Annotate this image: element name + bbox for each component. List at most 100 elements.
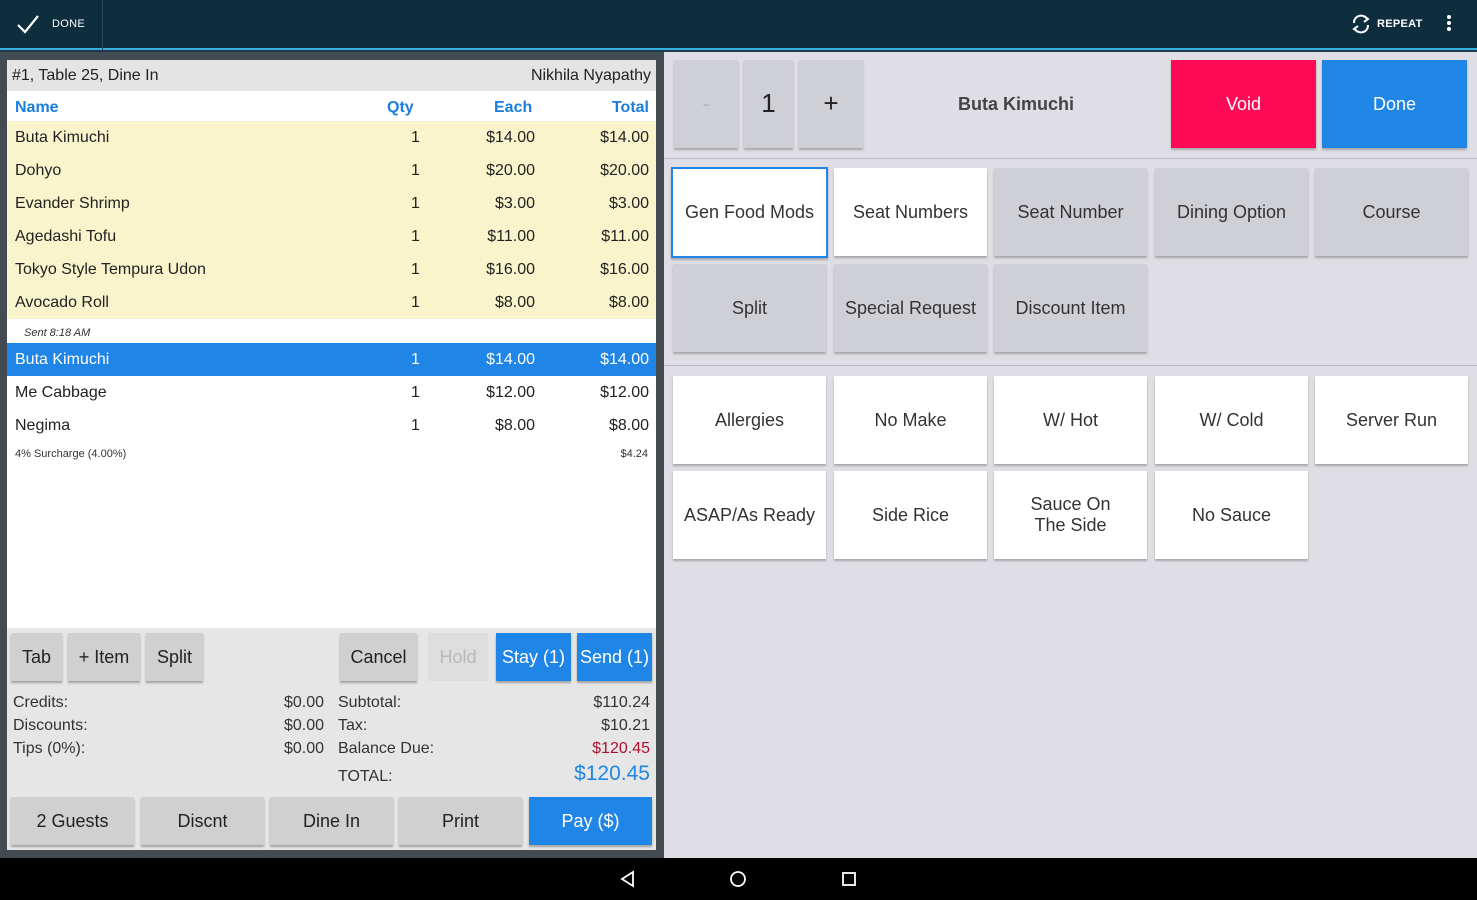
guests-button[interactable]: 2 Guests bbox=[11, 797, 134, 845]
balance-due-value: $120.45 bbox=[592, 740, 650, 757]
total-label: TOTAL: bbox=[338, 768, 393, 785]
order-line-item[interactable]: Agedashi Tofu 1 $11.00 $11.00 bbox=[7, 220, 656, 253]
discounts-value: $0.00 bbox=[283, 717, 324, 734]
split-button[interactable]: Split bbox=[146, 633, 203, 681]
order-line-item[interactable]: Evander Shrimp 1 $3.00 $3.00 bbox=[7, 187, 656, 220]
item-each: $8.00 bbox=[494, 294, 535, 311]
order-panel: #1, Table 25, Dine In Nikhila Nyapathy N… bbox=[0, 52, 664, 858]
home-icon[interactable] bbox=[729, 870, 747, 888]
cancel-button[interactable]: Cancel bbox=[340, 633, 417, 681]
order-ticket: #1, Table 25, Dine In Nikhila Nyapathy N… bbox=[7, 60, 656, 850]
item-name: Buta Kimuchi bbox=[15, 351, 110, 368]
order-actions: Tab + Item Split Cancel Hold Stay (1) Se… bbox=[7, 628, 656, 850]
modifier-sauce-on-the-side[interactable]: Sauce On The Side bbox=[994, 471, 1147, 559]
modifier-asap-as-ready[interactable]: ASAP/As Ready bbox=[673, 471, 826, 559]
item-each: $20.00 bbox=[486, 162, 535, 179]
subtotal-label: Subtotal: bbox=[338, 694, 402, 711]
surcharge-value: $4.24 bbox=[620, 448, 648, 460]
order-title: #1, Table 25, Dine In bbox=[12, 67, 159, 84]
item-name: Tokyo Style Tempura Udon bbox=[15, 261, 206, 278]
repeat-action[interactable]: REPEAT bbox=[1346, 0, 1426, 50]
pay-button[interactable]: Pay ($) bbox=[529, 797, 652, 845]
modifier-no-sauce[interactable]: No Sauce bbox=[1155, 471, 1308, 559]
dine-in-button[interactable]: Dine In bbox=[270, 797, 393, 845]
credits-value: $0.00 bbox=[283, 694, 324, 711]
discount-button[interactable]: Discnt bbox=[141, 797, 264, 845]
stay-button[interactable]: Stay (1) bbox=[496, 633, 571, 681]
item-name: Dohyo bbox=[15, 162, 62, 179]
item-name: Buta Kimuchi bbox=[15, 129, 110, 146]
mod-group-course[interactable]: Course bbox=[1315, 168, 1468, 256]
item-each: $3.00 bbox=[494, 195, 535, 212]
void-button[interactable]: Void bbox=[1171, 60, 1316, 148]
repeat-action-label: REPEAT bbox=[1377, 18, 1423, 30]
mod-group-seat-numbers[interactable]: Seat Numbers bbox=[834, 168, 987, 256]
print-button[interactable]: Print bbox=[399, 797, 522, 845]
item-total: $14.00 bbox=[600, 351, 649, 368]
tax-value: $10.21 bbox=[601, 717, 650, 734]
item-each: $11.00 bbox=[487, 228, 535, 245]
item-each: $8.00 bbox=[494, 417, 535, 434]
surcharge-label: 4% Surcharge (4.00%) bbox=[15, 448, 127, 460]
item-qty: 1 bbox=[411, 195, 420, 212]
divider bbox=[664, 365, 1477, 366]
mod-group-gen-food-mods[interactable]: Gen Food Mods bbox=[671, 167, 828, 258]
order-line-item[interactable]: Avocado Roll 1 $8.00 $8.00 bbox=[7, 286, 656, 319]
order-line-item[interactable]: Dohyo 1 $20.00 $20.00 bbox=[7, 154, 656, 187]
done-button[interactable]: Done bbox=[1322, 60, 1467, 148]
order-line-item[interactable]: Me Cabbage 1 $12.00 $12.00 bbox=[7, 376, 656, 409]
item-name: Negima bbox=[15, 417, 71, 434]
item-name: Evander Shrimp bbox=[15, 195, 130, 212]
overflow-menu-icon[interactable] bbox=[1437, 14, 1461, 36]
tab-button[interactable]: Tab bbox=[11, 633, 62, 681]
order-line-item[interactable]: Buta Kimuchi 1 $14.00 $14.00 bbox=[7, 121, 656, 154]
hold-button[interactable]: Hold bbox=[428, 633, 488, 681]
mod-group-dining-option[interactable]: Dining Option bbox=[1155, 168, 1308, 256]
quantity-decrease-button[interactable]: - bbox=[674, 60, 738, 148]
order-line-item[interactable]: Negima 1 $8.00 $8.00 bbox=[7, 409, 656, 442]
back-icon[interactable] bbox=[619, 870, 637, 888]
mod-group-discount-item[interactable]: Discount Item bbox=[994, 264, 1147, 352]
modifier-no-make[interactable]: No Make bbox=[834, 376, 987, 464]
item-qty: 1 bbox=[411, 228, 420, 245]
sent-timestamp: Sent 8:18 AM bbox=[24, 327, 91, 339]
mod-group-split[interactable]: Split bbox=[673, 264, 826, 352]
item-total: $8.00 bbox=[608, 294, 649, 311]
item-name: Agedashi Tofu bbox=[15, 228, 117, 245]
selected-item-name: Buta Kimuchi bbox=[957, 94, 1074, 114]
item-total: $12.00 bbox=[600, 384, 649, 401]
order-line-item-selected[interactable]: Buta Kimuchi 1 $14.00 $14.00 bbox=[7, 343, 656, 376]
item-qty: 1 bbox=[411, 384, 420, 401]
modifier-server-run[interactable]: Server Run bbox=[1315, 376, 1468, 464]
mod-group-seat-number[interactable]: Seat Number bbox=[994, 168, 1147, 256]
item-total: $16.00 bbox=[600, 261, 649, 278]
modifier-w-hot[interactable]: W/ Hot bbox=[994, 376, 1147, 464]
recents-icon[interactable] bbox=[841, 871, 857, 887]
mod-group-special-request[interactable]: Special Request bbox=[834, 264, 987, 352]
order-header: #1, Table 25, Dine In Nikhila Nyapathy bbox=[7, 60, 656, 91]
quantity-value: 1 bbox=[744, 60, 793, 148]
divider bbox=[664, 158, 1477, 159]
item-qty: 1 bbox=[411, 294, 420, 311]
credits-label: Credits: bbox=[13, 694, 69, 711]
done-action[interactable]: DONE bbox=[0, 0, 103, 50]
balance-due-label: Balance Due: bbox=[338, 740, 435, 757]
item-qty: 1 bbox=[411, 351, 420, 368]
order-column-headers: Name Qty Each Total bbox=[7, 91, 656, 121]
send-button[interactable]: Send (1) bbox=[577, 633, 652, 681]
column-qty: Qty bbox=[387, 99, 414, 116]
item-total: $3.00 bbox=[608, 195, 649, 212]
order-line-item[interactable]: Tokyo Style Tempura Udon 1 $16.00 $16.00 bbox=[7, 253, 656, 286]
column-name: Name bbox=[15, 99, 59, 116]
item-total: $11.00 bbox=[601, 228, 649, 245]
item-total: $8.00 bbox=[608, 417, 649, 434]
repeat-icon bbox=[1352, 14, 1370, 34]
modifier-side-rice[interactable]: Side Rice bbox=[834, 471, 987, 559]
quantity-increase-button[interactable]: + bbox=[799, 60, 863, 148]
modifier-w-cold[interactable]: W/ Cold bbox=[1155, 376, 1308, 464]
tax-label: Tax: bbox=[338, 717, 368, 734]
modifier-allergies[interactable]: Allergies bbox=[673, 376, 826, 464]
item-name: Me Cabbage bbox=[15, 384, 107, 401]
system-navigation-bar bbox=[0, 858, 1477, 900]
add-item-button[interactable]: + Item bbox=[68, 633, 140, 681]
